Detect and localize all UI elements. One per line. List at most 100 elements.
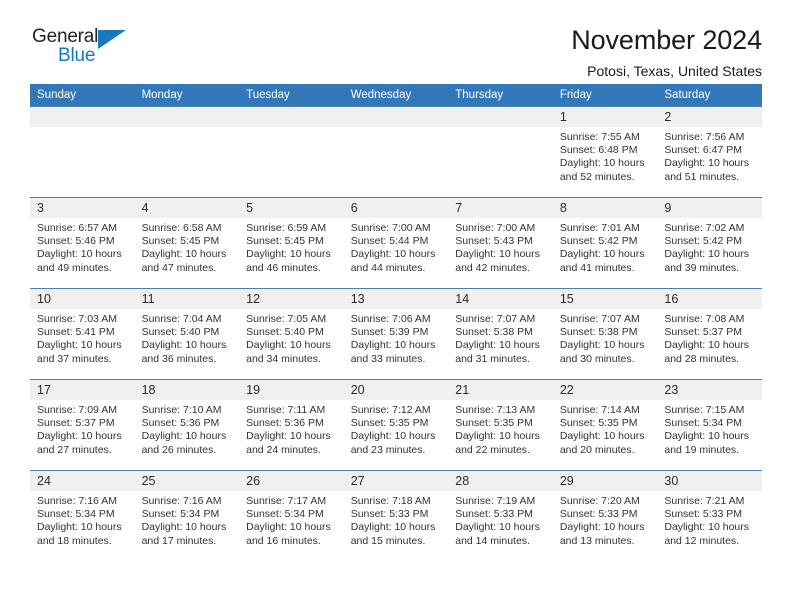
day-number: 22 (552, 380, 658, 400)
calendar-day-cell[interactable]: 13 Sunrise: 7:06 AM Sunset: 5:39 PM Dayligh… (343, 288, 449, 380)
calendar-day-cell[interactable]: 29 Sunrise: 7:20 AM Sunset: 5:33 PM Dayligh… (552, 470, 658, 562)
calendar-day-cell[interactable]: 24 Sunrise: 7:16 AM Sunset: 5:34 PM Dayligh… (30, 470, 135, 562)
sunset-time: Sunset: 5:43 PM (455, 235, 533, 248)
calendar-day-cell[interactable]: 20 Sunrise: 7:12 AM Sunset: 5:35 PM Dayligh… (343, 379, 449, 471)
calendar-day-cell[interactable]: 17 Sunrise: 7:09 AM Sunset: 5:37 PM Dayligh… (30, 379, 135, 471)
calendar-day-cell[interactable]: 2 Sunrise: 7:56 AM Sunset: 6:47 PM Daylight… (657, 106, 762, 198)
calendar-day-cell[interactable]: 30 Sunrise: 7:21 AM Sunset: 5:33 PM Dayligh… (657, 470, 762, 562)
calendar-day-cell-empty (30, 106, 135, 198)
day-details: Sunrise: 7:55 AM Sunset: 6:48 PM Daylight:… (553, 127, 658, 184)
sunrise-time: Sunrise: 7:07 AM (559, 313, 640, 325)
sunset-time: Sunset: 5:40 PM (141, 326, 220, 339)
sunset-time: Sunset: 5:42 PM (664, 235, 743, 248)
day-details: Sunrise: 7:18 AM Sunset: 5:33 PM Daylight:… (344, 491, 449, 548)
calendar-day-cell[interactable]: 11 Sunrise: 7:04 AM Sunset: 5:40 PM Dayligh… (134, 288, 240, 380)
calendar-day-cell[interactable]: 23 Sunrise: 7:15 AM Sunset: 5:34 PM Dayligh… (657, 379, 762, 471)
calendar-day-cell[interactable]: 6 Sunrise: 7:00 AM Sunset: 5:44 PM Daylight… (343, 197, 449, 289)
sunset-time: Sunset: 5:37 PM (664, 326, 743, 339)
day-details: Sunrise: 7:16 AM Sunset: 5:34 PM Daylight:… (30, 491, 135, 548)
sunset-time: Sunset: 5:34 PM (37, 508, 115, 521)
calendar-day-cell[interactable]: 1 Sunrise: 7:55 AM Sunset: 6:48 PM Daylight… (552, 106, 658, 198)
day-details: Sunrise: 7:07 AM Sunset: 5:38 PM Daylight:… (448, 309, 553, 366)
day-number (343, 107, 449, 127)
daylight-duration-line2: and 47 minutes. (141, 261, 217, 274)
calendar-day-cell[interactable]: 5 Sunrise: 6:59 AM Sunset: 5:45 PM Daylight… (239, 197, 344, 289)
daylight-duration-line2: and 24 minutes. (246, 443, 321, 456)
day-details: Sunrise: 7:16 AM Sunset: 5:34 PM Daylight:… (135, 491, 240, 548)
sunrise-time: Sunrise: 7:11 AM (246, 404, 326, 416)
day-details: Sunrise: 7:02 AM Sunset: 5:42 PM Daylight:… (657, 218, 762, 275)
sunset-time: Sunset: 5:35 PM (559, 417, 638, 430)
calendar-day-cell[interactable]: 26 Sunrise: 7:17 AM Sunset: 5:34 PM Dayligh… (239, 470, 344, 562)
sunset-time: Sunset: 5:46 PM (37, 235, 115, 248)
daylight-duration-line1: Daylight: 10 hours (559, 430, 645, 443)
day-number: 18 (134, 380, 240, 400)
sunrise-time: Sunrise: 7:19 AM (455, 495, 536, 507)
daylight-duration-line1: Daylight: 10 hours (455, 339, 540, 352)
calendar-day-cell[interactable]: 7 Sunrise: 7:00 AM Sunset: 5:43 PM Daylight… (448, 197, 553, 289)
day-details: Sunrise: 7:00 AM Sunset: 5:44 PM Daylight:… (344, 218, 449, 275)
sunset-time: Sunset: 5:44 PM (350, 235, 429, 248)
day-number (448, 107, 553, 127)
day-details: Sunrise: 7:21 AM Sunset: 5:33 PM Daylight:… (657, 491, 762, 548)
calendar-day-cell[interactable]: 16 Sunrise: 7:08 AM Sunset: 5:37 PM Dayligh… (657, 288, 762, 380)
day-details: Sunrise: 7:07 AM Sunset: 5:38 PM Daylight:… (553, 309, 658, 366)
calendar-day-cell[interactable]: 8 Sunrise: 7:01 AM Sunset: 5:42 PM Daylight… (552, 197, 658, 289)
daylight-duration-line2: and 36 minutes. (141, 352, 217, 365)
sunrise-time: Sunrise: 7:02 AM (664, 222, 745, 234)
daylight-duration-line2: and 17 minutes. (141, 534, 217, 547)
weekday-header-saturday: Saturday (657, 84, 762, 107)
sunrise-time: Sunrise: 7:14 AM (559, 404, 640, 416)
sunrise-time: Sunrise: 6:58 AM (141, 222, 222, 234)
daylight-duration-line1: Daylight: 10 hours (350, 339, 436, 352)
calendar-day-cell[interactable]: 15 Sunrise: 7:07 AM Sunset: 5:38 PM Dayligh… (552, 288, 658, 380)
day-details: Sunrise: 7:15 AM Sunset: 5:34 PM Daylight:… (657, 400, 762, 457)
day-details: Sunrise: 7:13 AM Sunset: 5:35 PM Daylight:… (448, 400, 553, 457)
day-details: Sunrise: 6:58 AM Sunset: 5:45 PM Daylight:… (135, 218, 240, 275)
day-number: 29 (552, 471, 658, 491)
calendar-day-cell[interactable]: 21 Sunrise: 7:13 AM Sunset: 5:35 PM Dayligh… (448, 379, 553, 471)
day-details: Sunrise: 7:10 AM Sunset: 5:36 PM Daylight:… (135, 400, 240, 457)
day-number: 27 (343, 471, 449, 491)
daylight-duration-line2: and 26 minutes. (141, 443, 217, 456)
calendar-day-cell[interactable]: 28 Sunrise: 7:19 AM Sunset: 5:33 PM Dayligh… (448, 470, 553, 562)
calendar-day-cell[interactable]: 19 Sunrise: 7:11 AM Sunset: 5:36 PM Dayligh… (239, 379, 344, 471)
day-details: Sunrise: 7:56 AM Sunset: 6:47 PM Daylight:… (657, 127, 762, 184)
day-details: Sunrise: 7:19 AM Sunset: 5:33 PM Daylight:… (448, 491, 553, 548)
sunset-time: Sunset: 5:33 PM (664, 508, 743, 521)
daylight-duration-line2: and 30 minutes. (559, 352, 635, 365)
sunset-time: Sunset: 5:33 PM (559, 508, 638, 521)
calendar-day-cell[interactable]: 3 Sunrise: 6:57 AM Sunset: 5:46 PM Daylight… (30, 197, 135, 289)
day-details: Sunrise: 7:14 AM Sunset: 5:35 PM Daylight:… (553, 400, 658, 457)
calendar-day-cell-empty (448, 106, 553, 198)
daylight-duration-line1: Daylight: 10 hours (664, 248, 750, 261)
day-details: Sunrise: 7:01 AM Sunset: 5:42 PM Daylight:… (553, 218, 658, 275)
calendar-day-cell[interactable]: 14 Sunrise: 7:07 AM Sunset: 5:38 PM Dayligh… (448, 288, 553, 380)
calendar-day-cell[interactable]: 10 Sunrise: 7:03 AM Sunset: 5:41 PM Dayligh… (30, 288, 135, 380)
calendar-day-cell[interactable]: 4 Sunrise: 6:58 AM Sunset: 5:45 PM Daylight… (134, 197, 240, 289)
calendar-day-cell[interactable]: 27 Sunrise: 7:18 AM Sunset: 5:33 PM Dayligh… (343, 470, 449, 562)
calendar-day-cell[interactable]: 22 Sunrise: 7:14 AM Sunset: 5:35 PM Dayligh… (552, 379, 658, 471)
day-number: 25 (134, 471, 240, 491)
calendar-day-cell[interactable]: 18 Sunrise: 7:10 AM Sunset: 5:36 PM Dayligh… (134, 379, 240, 471)
calendar-day-cell[interactable]: 25 Sunrise: 7:16 AM Sunset: 5:34 PM Dayligh… (134, 470, 240, 562)
day-number (239, 107, 344, 127)
day-number: 23 (657, 380, 762, 400)
day-details: Sunrise: 7:04 AM Sunset: 5:40 PM Daylight:… (135, 309, 240, 366)
calendar-week-row: 10 Sunrise: 7:03 AM Sunset: 5:41 PM Dayligh… (30, 288, 762, 380)
daylight-duration-line1: Daylight: 10 hours (141, 430, 227, 443)
sunrise-time: Sunrise: 7:09 AM (37, 404, 117, 416)
calendar-day-cell-empty (343, 106, 449, 198)
calendar-day-cell[interactable]: 12 Sunrise: 7:05 AM Sunset: 5:40 PM Dayligh… (239, 288, 344, 380)
sunrise-time: Sunrise: 7:15 AM (664, 404, 745, 416)
sunset-time: Sunset: 5:38 PM (559, 326, 638, 339)
day-number: 21 (448, 380, 553, 400)
day-number: 19 (239, 380, 344, 400)
weekday-header-monday: Monday (134, 84, 240, 107)
generalblue-logo[interactable]: General Blue (30, 26, 150, 72)
calendar-day-cell[interactable]: 9 Sunrise: 7:02 AM Sunset: 5:42 PM Daylight… (657, 197, 762, 289)
daylight-duration-line1: Daylight: 10 hours (455, 521, 540, 534)
day-number: 20 (343, 380, 449, 400)
daylight-duration-line2: and 16 minutes. (246, 534, 321, 547)
day-details: Sunrise: 7:09 AM Sunset: 5:37 PM Daylight:… (30, 400, 135, 457)
